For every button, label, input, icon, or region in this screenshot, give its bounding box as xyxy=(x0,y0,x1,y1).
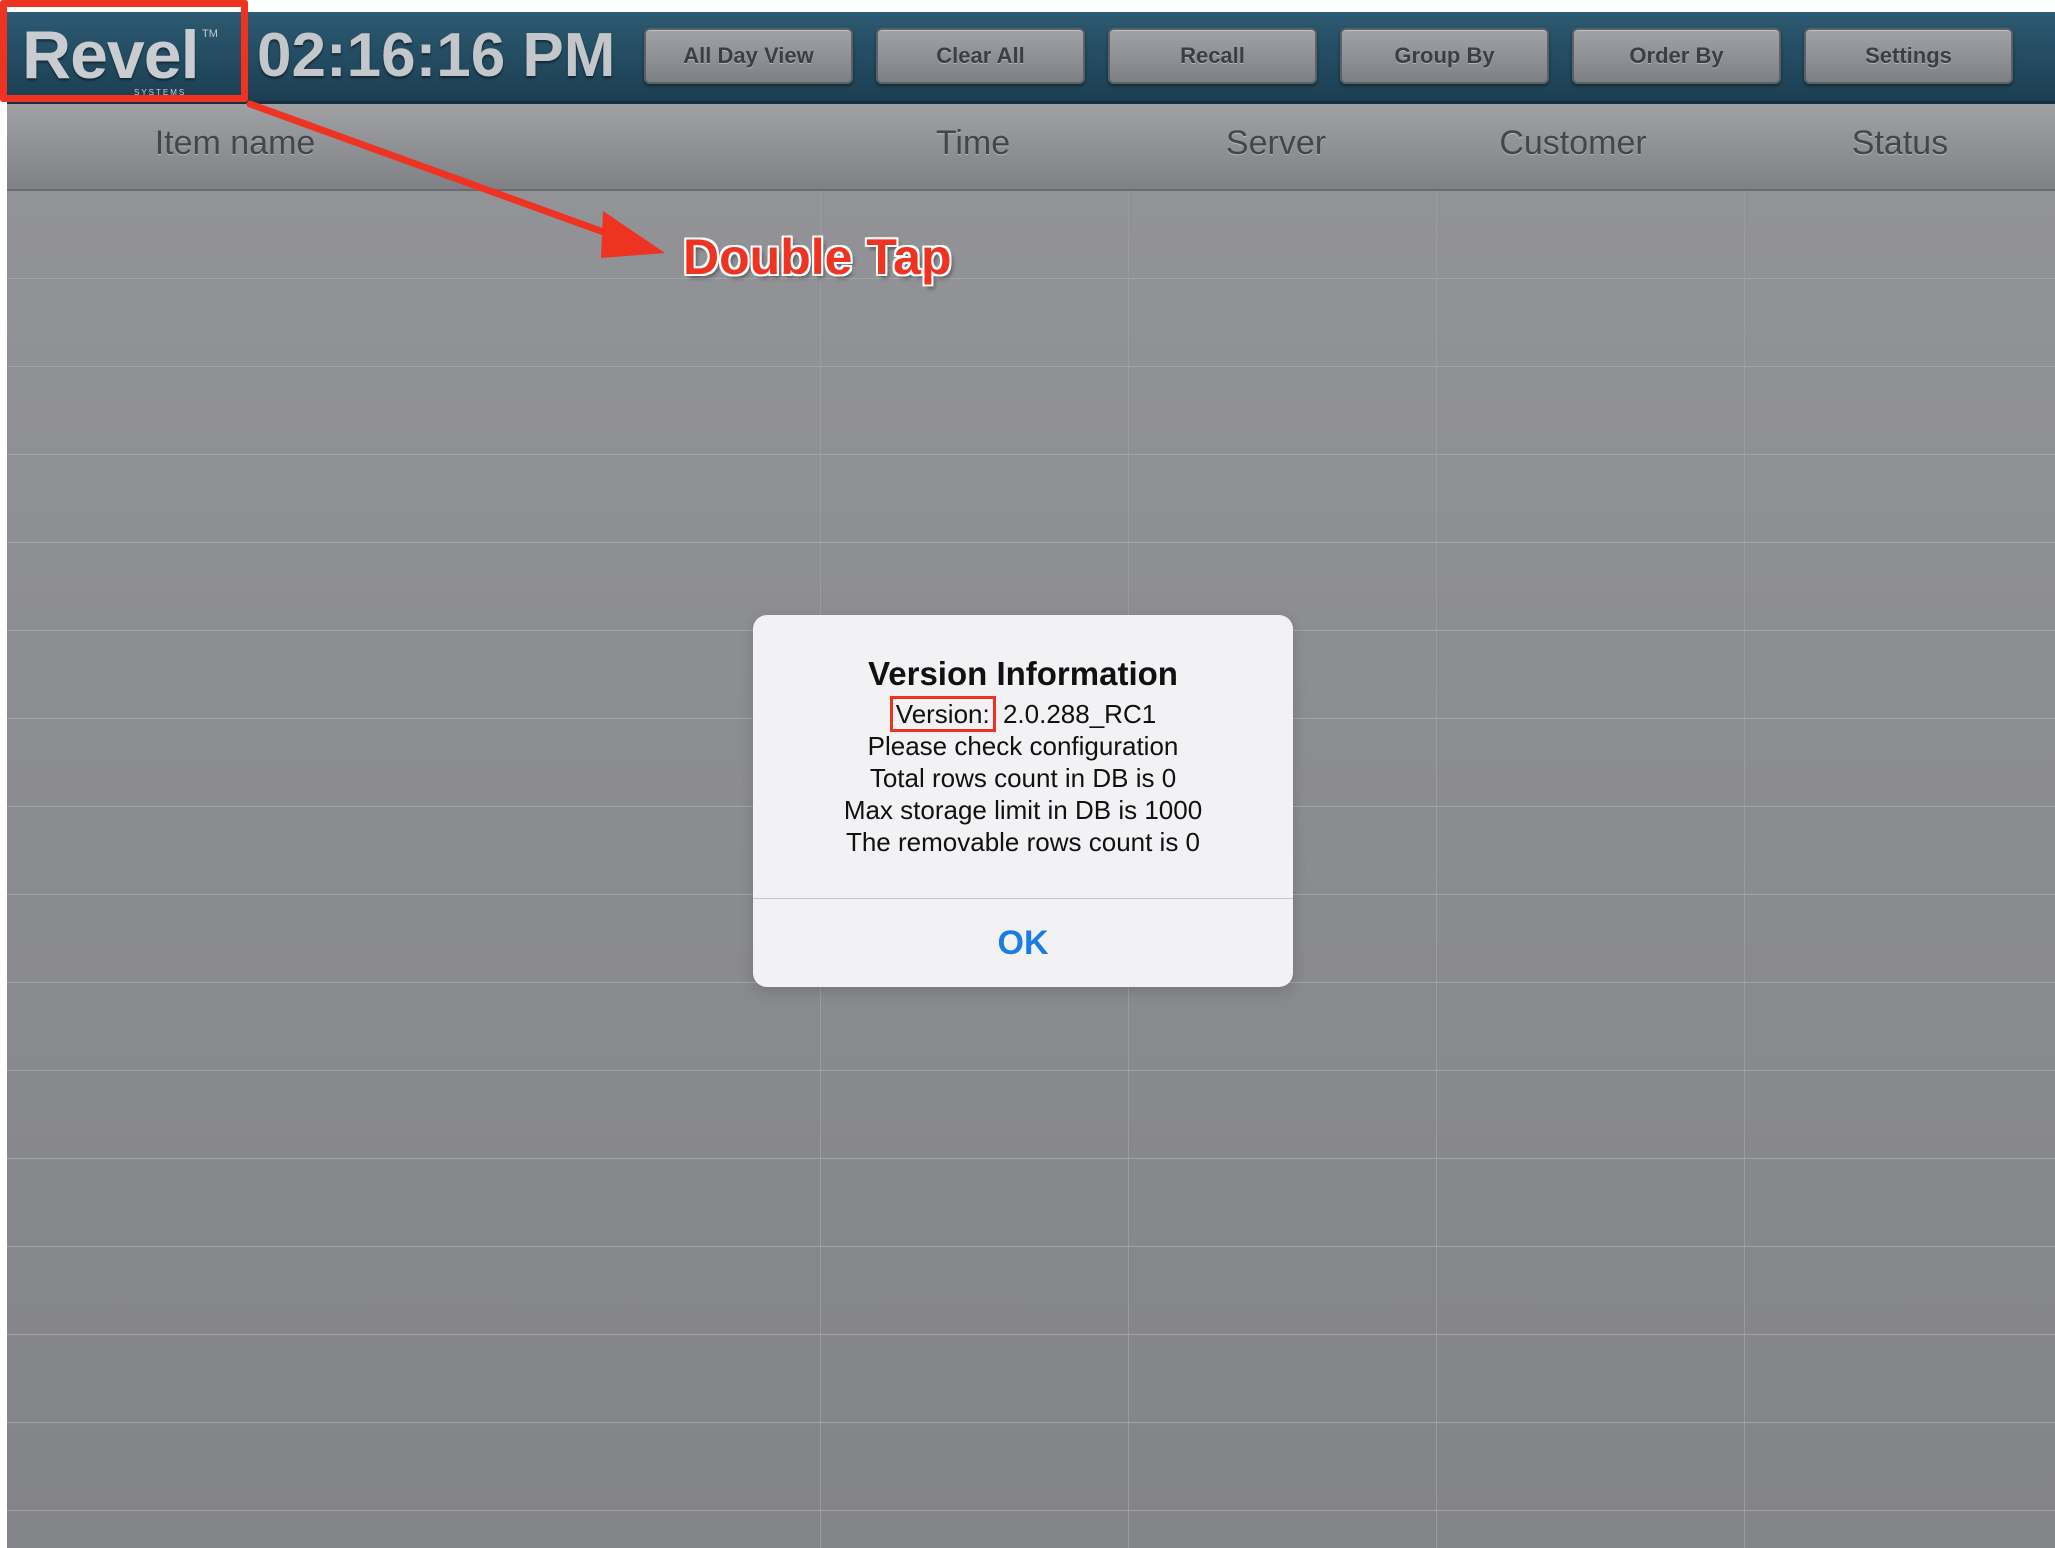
all-day-view-button[interactable]: All Day View xyxy=(644,28,853,84)
dialog-version-line: Version: 2.0.288_RC1 xyxy=(753,696,1293,732)
column-header-server[interactable]: Server xyxy=(1226,124,1326,163)
version-label: Version: xyxy=(889,696,996,732)
grid-row-line xyxy=(7,542,2055,543)
annotation-label: Double Tap xyxy=(683,229,952,285)
grid-row-line xyxy=(7,1510,2055,1511)
grid-row-line xyxy=(7,366,2055,367)
clock-display: 02:16:16 PM xyxy=(257,21,616,90)
grid-row-line xyxy=(7,1334,2055,1335)
grid-row-line xyxy=(7,1158,2055,1159)
recall-button[interactable]: Recall xyxy=(1108,28,1317,84)
clear-all-button[interactable]: Clear All xyxy=(876,28,1085,84)
dialog-removable-rows-line: The removable rows count is 0 xyxy=(845,827,1201,857)
grid-row-line xyxy=(7,1422,2055,1423)
column-header-time[interactable]: Time xyxy=(936,124,1010,163)
kds-screen: Revel TM SYSTEMS 02:16:16 PM All Day Vie… xyxy=(7,12,2055,1548)
dialog-storage-limit-line: Max storage limit in DB is 1000 xyxy=(843,795,1203,825)
grid-divider xyxy=(1436,191,1437,1548)
annotation-highlight-box xyxy=(0,0,248,102)
top-bar: Revel TM SYSTEMS 02:16:16 PM All Day Vie… xyxy=(7,12,2055,104)
column-header-item-name[interactable]: Item name xyxy=(155,124,316,163)
group-by-button[interactable]: Group By xyxy=(1340,28,1549,84)
dialog-title: Version Information xyxy=(868,655,1178,692)
column-header-row: Item name Time Server Customer Status xyxy=(7,104,2055,191)
grid-row-line xyxy=(7,1246,2055,1247)
order-by-button[interactable]: Order By xyxy=(1572,28,1781,84)
grid-row-line xyxy=(7,278,2055,279)
grid-row-line xyxy=(7,1070,2055,1071)
grid-divider xyxy=(1744,191,1745,1548)
version-info-dialog: Version Information Version: 2.0.288_RC1… xyxy=(753,615,1293,987)
ok-button[interactable]: OK xyxy=(753,899,1293,987)
column-header-status[interactable]: Status xyxy=(1852,124,1948,163)
column-header-customer[interactable]: Customer xyxy=(1499,124,1646,163)
settings-button[interactable]: Settings xyxy=(1804,28,2013,84)
version-value: 2.0.288_RC1 xyxy=(1002,699,1157,729)
grid-row-line xyxy=(7,454,2055,455)
dialog-rows-count-line: Total rows count in DB is 0 xyxy=(869,763,1177,793)
dialog-config-line: Please check configuration xyxy=(867,731,1179,761)
